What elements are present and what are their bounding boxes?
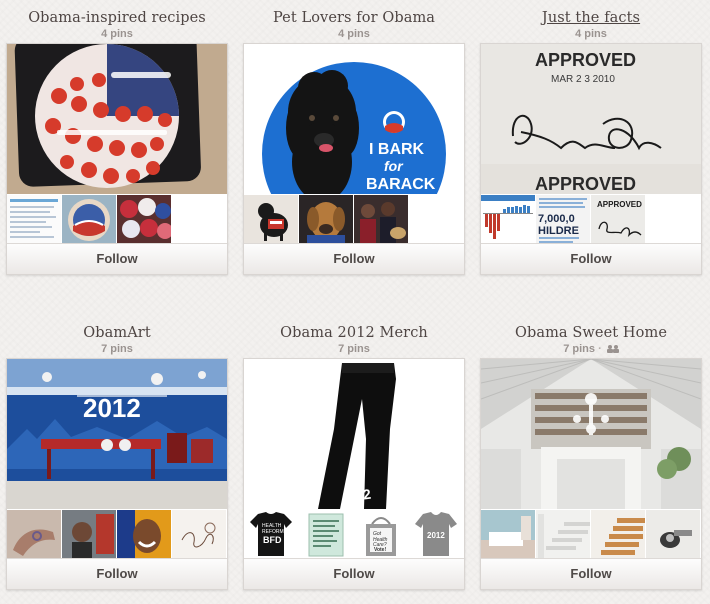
thumbnail-wood-stairs[interactable]	[591, 510, 645, 559]
approved-date: MAR 2 3 2010	[551, 74, 615, 85]
bag-text-4: Vote!	[374, 547, 386, 553]
board-obama-sweet-home: Obama Sweet Home 7 pins · Follow	[480, 324, 702, 590]
thumb-approved-text: APPROVED	[597, 200, 642, 209]
board-card[interactable]: APPROVED MAR 2 3 2010 APPROVED 7,000,0 H…	[480, 43, 702, 275]
board-title[interactable]: Obama-inspired recipes	[6, 9, 228, 27]
board-pet-lovers-for-obama: Pet Lovers for Obama 4 pins I BARK for B…	[243, 9, 465, 275]
board-thumbnails: HEALTH REFORM BFD Got Health Care? Vote!…	[244, 510, 464, 559]
follow-button[interactable]: Follow	[244, 558, 464, 589]
board-pin-count: 7 pins ·	[480, 342, 702, 358]
thumbnail-portrait-art[interactable]	[62, 510, 116, 559]
bark-text-line3: BARACK	[366, 176, 436, 193]
board-pin-count: 4 pins	[101, 28, 133, 40]
thumbnail-empty	[646, 195, 700, 244]
thumbnail-white-stairs[interactable]	[536, 510, 590, 559]
follow-button[interactable]: Follow	[481, 243, 701, 274]
board-thumbnails	[481, 510, 701, 559]
thumbnail-faucet[interactable]	[646, 510, 700, 559]
board-obama-inspired-recipes: Obama-inspired recipes 4 pins Follow	[6, 9, 228, 275]
shirt-text-3: BFD	[263, 535, 282, 545]
thumbnail-poster[interactable]	[299, 510, 353, 559]
board-title[interactable]: ObamArt	[6, 324, 228, 342]
thumbnail-bfd-shirt[interactable]: HEALTH REFORM BFD	[244, 510, 298, 559]
follow-button[interactable]: Follow	[244, 243, 464, 274]
board-card[interactable]: I BARK for BARACK Follow	[243, 43, 465, 275]
follow-button[interactable]: Follow	[7, 558, 227, 589]
thumbnail-empty	[172, 195, 226, 244]
thumbnail-dog-in-jacket[interactable]	[244, 195, 298, 244]
board-title[interactable]: Pet Lovers for Obama	[243, 9, 465, 27]
board-obamart: ObamArt 7 pins 2012 Follow	[6, 324, 228, 590]
board-card[interactable]: Follow	[6, 43, 228, 275]
tee-year-text: 2012	[427, 531, 445, 540]
approved-stamp-bottom: APPROVED	[535, 174, 636, 194]
bark-text-line1: I BARK	[369, 141, 425, 158]
board-cover-image-2012-mural[interactable]: 2012	[7, 359, 227, 509]
thumbnail-bedroom[interactable]	[481, 510, 535, 559]
thumbnail-jobs-chart[interactable]	[481, 195, 535, 244]
children-stat-number: 7,000,0	[538, 213, 575, 225]
children-stat-label: HILDRE	[538, 225, 579, 237]
board-card[interactable]: 012 HEALTH REFORM BFD Got Health Care? V…	[243, 358, 465, 590]
thumbnail-empty	[409, 195, 463, 244]
thumbnail-ring-hand[interactable]	[7, 510, 61, 559]
board-thumbnails	[7, 195, 227, 244]
group-icon	[606, 345, 619, 353]
bark-text-line2: for	[384, 158, 404, 174]
board-obama-2012-merch: Obama 2012 Merch 7 pins 012 HEALTH REFOR…	[243, 324, 465, 590]
board-card[interactable]: Follow	[480, 358, 702, 590]
board-cover-image-white-library[interactable]	[481, 359, 701, 509]
pin-count-text: 7 pins	[563, 343, 595, 355]
pants-year-text: 012	[347, 486, 373, 505]
follow-button[interactable]: Follow	[7, 243, 227, 274]
board-cover-image-yoga-pants[interactable]: 012	[244, 359, 464, 509]
thumbnail-cupcakes[interactable]	[117, 195, 171, 244]
approved-stamp-top: APPROVED	[535, 50, 636, 70]
board-cover-image-flag-dessert[interactable]	[7, 44, 227, 194]
thumbnail-obama-smiling[interactable]	[117, 510, 171, 559]
thumbnail-golden-dog[interactable]	[299, 195, 353, 244]
follow-button[interactable]: Follow	[481, 558, 701, 589]
board-cover-image-i-bark-for-barack[interactable]: I BARK for BARACK	[244, 44, 464, 194]
board-title[interactable]: Obama 2012 Merch	[243, 324, 465, 342]
board-thumbnails	[244, 195, 464, 244]
board-title-link[interactable]: Just the facts	[480, 9, 702, 27]
board-cover-image-approved-signature[interactable]: APPROVED MAR 2 3 2010 APPROVED	[481, 44, 701, 194]
thumbnail-approved-small[interactable]: APPROVED	[591, 195, 645, 244]
thumbnail-obama-logo-cake[interactable]	[62, 195, 116, 244]
thumbnail-tote-bag[interactable]: Got Health Care? Vote!	[354, 510, 408, 559]
board-pin-count: 7 pins	[101, 343, 133, 355]
board-pin-count: 4 pins	[338, 28, 370, 40]
board-pin-count: 4 pins	[575, 28, 607, 40]
board-thumbnails: 7,000,0 HILDRE APPROVED	[481, 195, 701, 244]
thumbnail-gray-tee[interactable]: 2012	[409, 510, 463, 559]
board-thumbnails	[7, 510, 227, 559]
mural-year-text: 2012	[83, 393, 141, 423]
board-card[interactable]: 2012 Follow	[6, 358, 228, 590]
thumbnail-children-stat[interactable]: 7,000,0 HILDRE	[536, 195, 590, 244]
board-title[interactable]: Obama Sweet Home	[480, 324, 702, 342]
board-just-the-facts: Just the facts 4 pins APPROVED MAR 2 3 2…	[480, 9, 702, 275]
thumbnail-crowd-with-dog[interactable]	[354, 195, 408, 244]
thumbnail-recipe-page[interactable]	[7, 195, 61, 244]
thumbnail-sketch[interactable]	[172, 510, 226, 559]
board-pin-count: 7 pins	[338, 343, 370, 355]
